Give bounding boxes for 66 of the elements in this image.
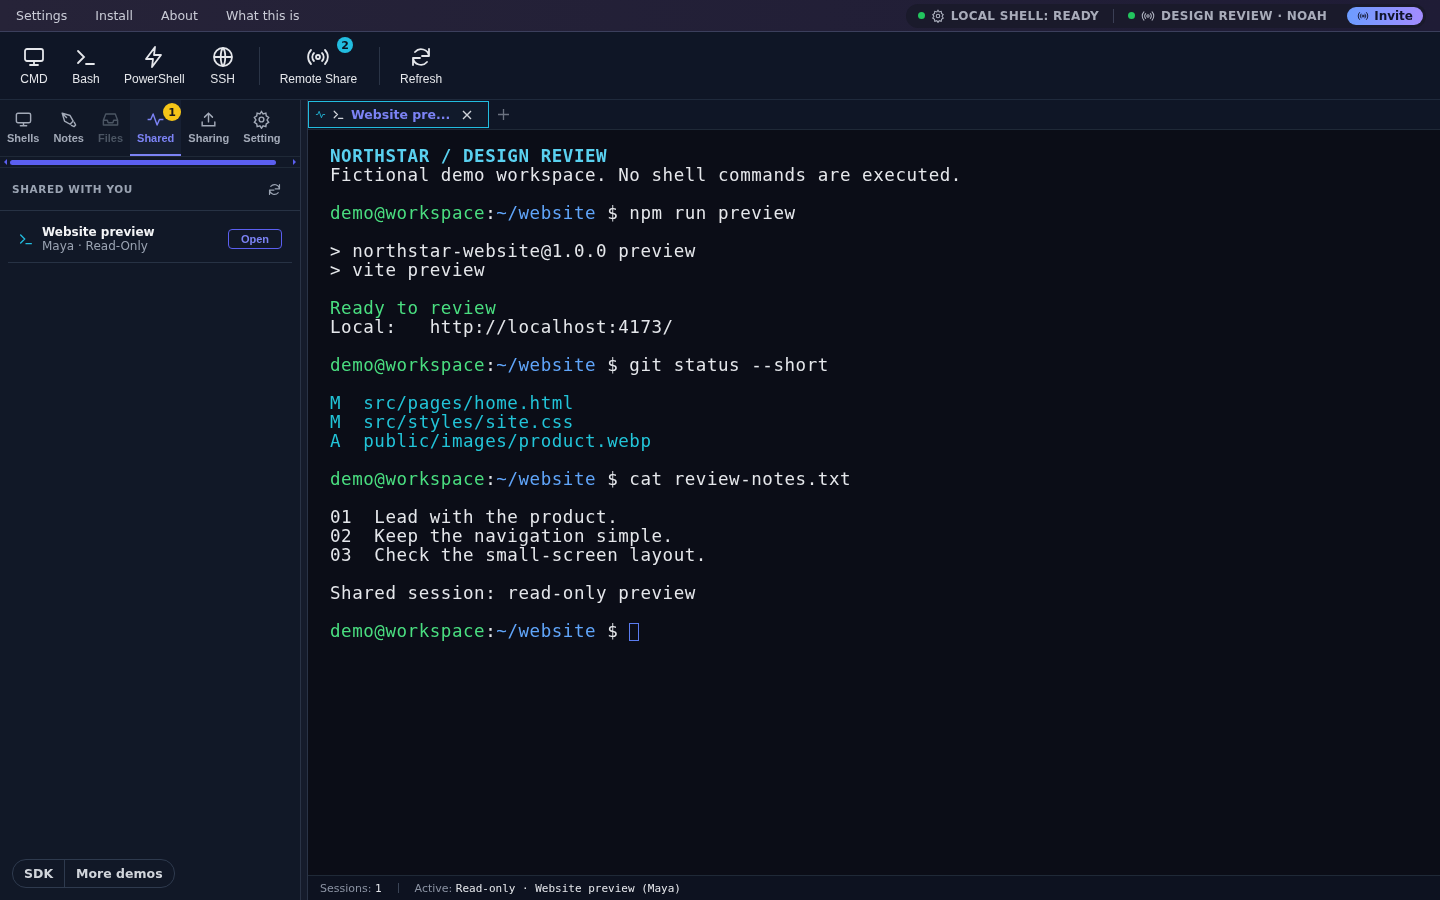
footer-link[interactable]: SDK bbox=[13, 860, 65, 887]
menu-item[interactable]: Settings bbox=[16, 8, 68, 23]
menu-item[interactable]: Install bbox=[95, 8, 133, 23]
open-button[interactable]: Open bbox=[227, 229, 282, 249]
footer-link[interactable]: More demos bbox=[64, 860, 174, 887]
pulse-icon bbox=[315, 109, 326, 120]
session-title: Website preview bbox=[42, 225, 156, 239]
scrollbar[interactable] bbox=[0, 157, 300, 168]
globe-icon bbox=[210, 45, 235, 69]
status-label: DESIGN REVIEW · NOAH bbox=[1161, 8, 1328, 23]
sidebar-tab[interactable]: Shared 1 bbox=[130, 100, 182, 156]
terminal-line: M src/styles/site.css bbox=[330, 413, 575, 432]
pen-icon bbox=[59, 110, 79, 129]
terminal-icon bbox=[332, 108, 345, 121]
sidebar-tab[interactable]: Setting bbox=[236, 100, 288, 156]
terminal-line: Shared session: read-only preview bbox=[330, 584, 697, 603]
terminal-line: M src/pages/home.html bbox=[330, 394, 575, 413]
toolbar-button[interactable]: Bash bbox=[60, 41, 112, 90]
status-label: LOCAL SHELL: READY bbox=[950, 8, 1100, 23]
terminal-line: Fictional demo workspace. No shell commands are executed. bbox=[330, 166, 963, 185]
menu-item[interactable]: What this is bbox=[225, 8, 300, 23]
settings-icon bbox=[252, 110, 272, 129]
sessions-count: Sessions: 1 bbox=[320, 881, 382, 895]
terminal-line: Ready to review bbox=[330, 299, 498, 318]
settings-icon bbox=[930, 8, 945, 23]
pulse-icon bbox=[146, 110, 166, 129]
count-badge: 1 bbox=[163, 103, 182, 121]
terminal-line: NORTHSTAR / DESIGN REVIEW bbox=[330, 147, 609, 166]
close-icon[interactable] bbox=[462, 109, 473, 120]
tab-title: Website pre... bbox=[351, 107, 451, 122]
terminal-line: 03 Check the small-screen layout. bbox=[330, 546, 708, 565]
terminal-line: 01 Lead with the product. bbox=[330, 508, 620, 527]
sidebar-tab[interactable]: Notes bbox=[46, 100, 91, 156]
terminal-line: demo@workspace:~/website $ cat review-notes.txt bbox=[330, 470, 853, 489]
terminal-icon bbox=[18, 231, 34, 247]
upload-icon bbox=[199, 110, 219, 129]
monitor-icon bbox=[13, 110, 33, 129]
toolbar-button[interactable]: SSH bbox=[196, 41, 249, 90]
terminal-line: > northstar-website@1.0.0 preview bbox=[330, 242, 697, 261]
terminal-tab[interactable]: Website pre... bbox=[308, 101, 490, 128]
sidebar-tab[interactable]: Shells bbox=[0, 100, 47, 156]
toolbar-button[interactable]: CMD bbox=[8, 41, 60, 90]
terminal-line: 02 Keep the navigation simple. bbox=[330, 527, 675, 546]
session-subtitle: Maya · Read-Only bbox=[42, 239, 149, 253]
monitor-icon bbox=[22, 45, 46, 69]
broadcast-icon bbox=[1357, 9, 1370, 22]
terminal-line: A public/images/product.webp bbox=[330, 432, 653, 451]
refresh-button[interactable] bbox=[267, 181, 282, 197]
session-item[interactable]: Website preview Maya · Read-Only Open bbox=[8, 211, 292, 263]
broadcast-icon bbox=[1141, 8, 1156, 23]
terminal-line: Local: http://localhost:4173/ bbox=[330, 318, 675, 337]
terminal-line: demo@workspace:~/website $ npm run preview bbox=[330, 204, 797, 223]
terminal-line: > vite preview bbox=[330, 261, 486, 280]
toolbar-button[interactable]: Refresh bbox=[388, 41, 455, 90]
toolbar-button[interactable]: PowerShell bbox=[112, 41, 197, 90]
menu-item[interactable]: About bbox=[160, 8, 198, 23]
inbox-icon bbox=[101, 110, 120, 129]
invite-button[interactable]: Invite bbox=[1347, 6, 1423, 25]
terminal-line: demo@workspace:~/website $ git status --short bbox=[330, 356, 830, 375]
terminal-line: demo@workspace:~/website $ bbox=[330, 622, 1418, 641]
refresh-icon bbox=[267, 181, 282, 197]
section-title: SHARED WITH YOU bbox=[12, 183, 133, 195]
active-session: Active: Read-only · Website preview (Maya) bbox=[414, 881, 681, 895]
sidebar-tab[interactable]: Sharing bbox=[181, 100, 237, 156]
add-tab-icon[interactable] bbox=[498, 109, 510, 120]
count-badge: 2 bbox=[337, 37, 354, 53]
